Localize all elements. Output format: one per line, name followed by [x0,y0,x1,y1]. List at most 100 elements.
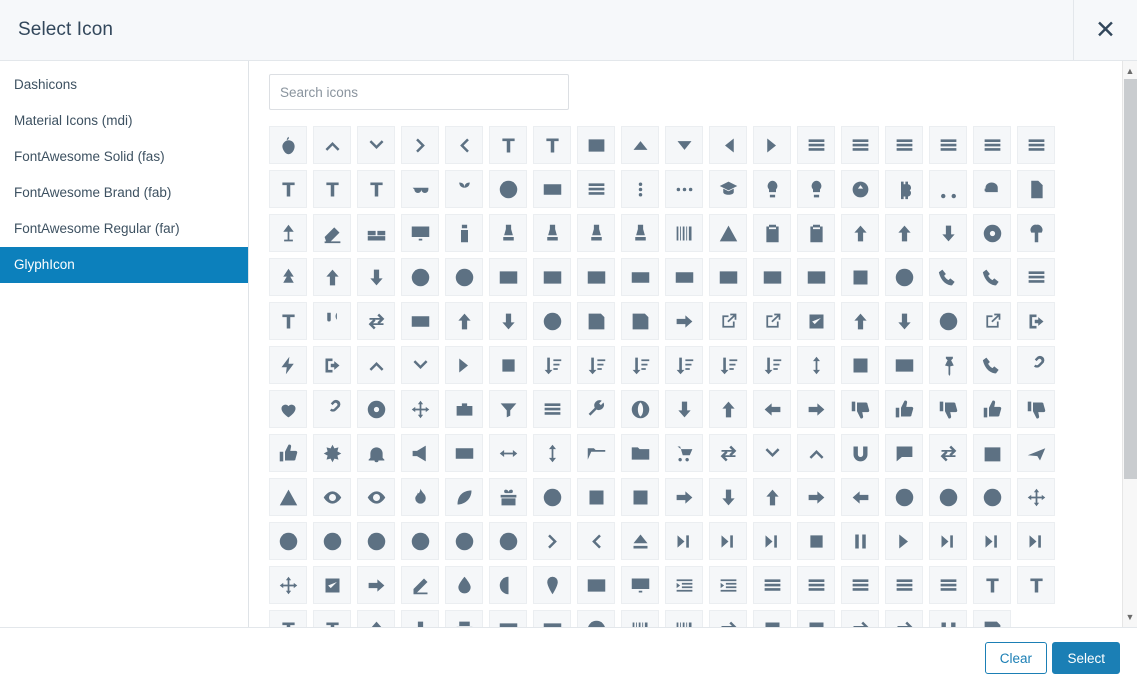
font-boxed-icon[interactable] [269,170,307,208]
sort-by-attributes-icon[interactable] [533,346,571,384]
remove-circle-icon[interactable] [973,478,1011,516]
fast-backward-icon[interactable] [973,522,1011,560]
thumbs-down-alt-icon[interactable] [841,390,879,428]
send-icon[interactable] [665,302,703,340]
eye-close-icon[interactable] [313,478,351,516]
save-remove-icon[interactable] [533,302,571,340]
usd-icon[interactable] [885,346,923,384]
resize-full-icon[interactable] [621,478,659,516]
thumbs-up-alt-icon[interactable] [885,390,923,428]
step-backward-icon[interactable] [1017,522,1055,560]
fullscreen-move-icon[interactable] [269,566,307,604]
folder-open-icon[interactable] [577,434,615,472]
list-icon[interactable] [753,566,791,604]
server-icon[interactable] [533,390,571,428]
stop-rounded-icon[interactable] [489,346,527,384]
sort-by-attributes-alt-icon[interactable] [577,346,615,384]
lollipop-icon[interactable] [797,170,835,208]
sidebar-item-glyphicon[interactable]: GlyphIcon [0,247,248,283]
calendar-icon[interactable] [973,434,1011,472]
window-icon[interactable] [533,170,571,208]
align-justify-icon[interactable] [797,566,835,604]
stats-bars-icon[interactable] [841,258,879,296]
glasses-icon[interactable] [401,170,439,208]
triangle-left-icon[interactable] [709,126,747,164]
align-object-center-icon[interactable] [841,126,879,164]
arrow-down-icon[interactable] [709,478,747,516]
gbp-icon[interactable] [841,346,879,384]
log-in-icon[interactable] [313,346,351,384]
plus-sign-icon[interactable] [489,522,527,560]
circle-arrow-right-icon[interactable] [797,390,835,428]
circle-arrow-down-icon[interactable] [665,390,703,428]
dots-horizontal-icon[interactable] [665,170,703,208]
scale-icon[interactable] [841,170,879,208]
apple-icon[interactable] [269,126,307,164]
folder-close-icon[interactable] [621,434,659,472]
check-in-icon[interactable] [797,302,835,340]
fast-forward-icon[interactable] [709,522,747,560]
dashboard-icon[interactable] [357,390,395,428]
heart-empty-icon[interactable] [269,390,307,428]
minus-sign-icon[interactable] [445,522,483,560]
chevron-up-bold-icon[interactable] [797,434,835,472]
stop-icon[interactable] [797,522,835,560]
disc-icon[interactable] [973,214,1011,252]
ban-circle-icon[interactable] [885,478,923,516]
seven-one-audio-icon[interactable] [489,258,527,296]
credit-card-icon[interactable] [401,302,439,340]
five-one-audio-icon[interactable] [577,258,615,296]
bell-icon[interactable] [357,434,395,472]
filter-icon[interactable] [489,390,527,428]
align-center-icon[interactable] [885,566,923,604]
sort-by-order-alt-icon[interactable] [665,346,703,384]
align-object-left-icon[interactable] [797,126,835,164]
chess-pawn-icon[interactable] [577,214,615,252]
resize-horizontal-icon[interactable] [489,434,527,472]
align-object-right-icon[interactable] [929,126,967,164]
widescreen-icon[interactable] [665,258,703,296]
database-transfer-icon[interactable] [1017,258,1055,296]
chevron-down-bold-icon[interactable] [753,434,791,472]
phone-handset-icon[interactable] [973,258,1011,296]
sidebar-item-material-icons[interactable]: Material Icons (mdi) [0,103,248,139]
indent-right-icon[interactable] [709,566,747,604]
text-width-icon[interactable] [973,566,1011,604]
subtitles-icon[interactable] [621,258,659,296]
graduation-cap-icon[interactable] [709,170,747,208]
duplicate-icon[interactable] [709,434,747,472]
hard-drive-icon[interactable] [445,434,483,472]
circle-arrow-left-icon[interactable] [753,390,791,428]
adjust-icon[interactable] [489,566,527,604]
file-download-icon[interactable] [929,214,967,252]
hd-video-icon[interactable] [753,258,791,296]
thumbs-down-left-icon[interactable] [929,390,967,428]
chevron-right-bold-icon[interactable] [533,522,571,560]
eye-open-icon[interactable] [357,478,395,516]
font-size-icon[interactable] [357,170,395,208]
chevron-left-bold-icon[interactable] [577,522,615,560]
picture-icon[interactable] [577,566,615,604]
tree-conifer-icon[interactable] [269,258,307,296]
piggy-bank-icon[interactable] [973,170,1011,208]
six-one-audio-icon[interactable] [533,258,571,296]
bullhorn-icon[interactable] [401,434,439,472]
chess-queen-icon[interactable] [621,214,659,252]
comment-icon[interactable] [885,434,923,472]
search-input[interactable] [269,74,569,110]
share-alt-icon[interactable] [357,566,395,604]
sidebar-item-dashicons[interactable]: Dashicons [0,67,248,103]
transfer-icon[interactable] [357,302,395,340]
fire-icon[interactable] [401,478,439,516]
sidebar-item-fontawesome-brand[interactable]: FontAwesome Brand (fab) [0,175,248,211]
paperclip-icon[interactable] [313,390,351,428]
clear-button[interactable]: Clear [984,642,1047,674]
triangle-up-icon[interactable] [621,126,659,164]
step-forward-icon[interactable] [665,522,703,560]
file-upload-icon[interactable] [885,214,923,252]
sunburst-icon[interactable] [313,434,351,472]
leaf-icon[interactable] [445,478,483,516]
dots-vertical-icon[interactable] [621,170,659,208]
menu-hamburger-icon[interactable] [577,170,615,208]
copy-files-icon[interactable] [1017,170,1055,208]
